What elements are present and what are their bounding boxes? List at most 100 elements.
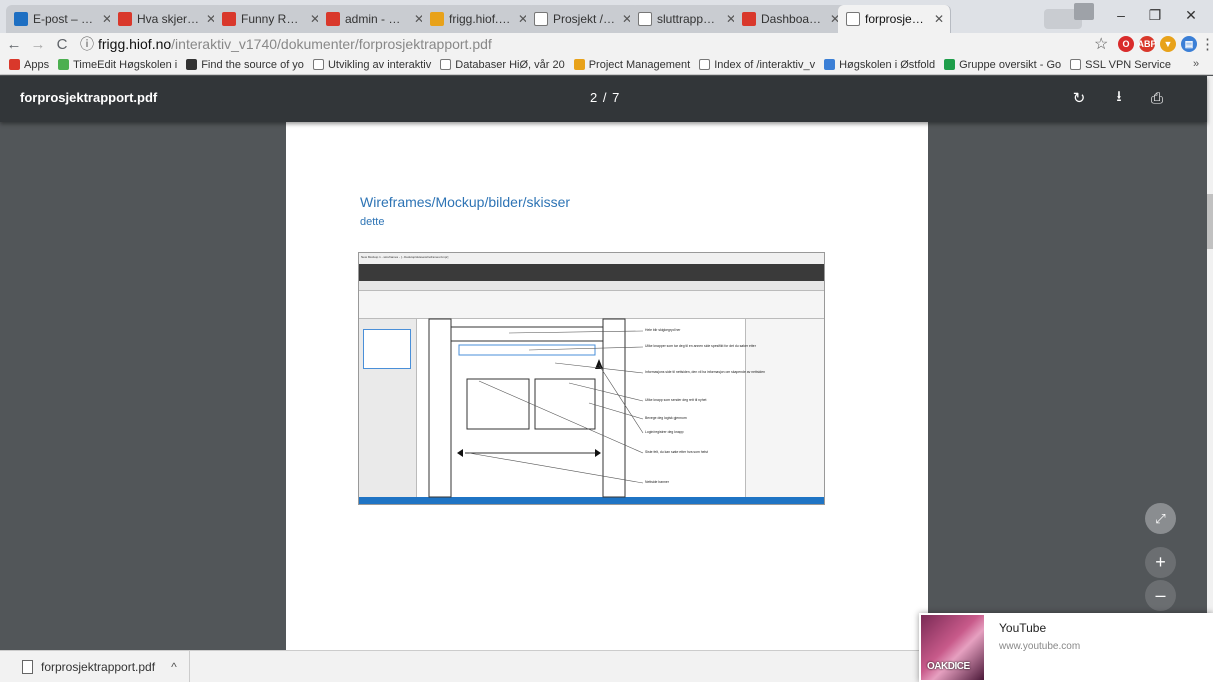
bookmark-item[interactable]: SSL VPN Service bbox=[1070, 59, 1171, 71]
zoom-in-button[interactable]: + bbox=[1145, 547, 1176, 578]
section-heading: Wireframes/Mockup/bilder/skisser bbox=[360, 194, 571, 210]
reload-button[interactable]: C bbox=[52, 36, 72, 53]
tab-1[interactable]: E-post – havard✕ bbox=[6, 5, 119, 33]
bookmarks-more-button[interactable]: » bbox=[1193, 58, 1199, 70]
tab-4[interactable]: admin - Hva sk✕ bbox=[318, 5, 431, 33]
profile-avatar[interactable] bbox=[1074, 3, 1094, 20]
mockup-annotation: Informasjons side til nettsiden, den vil… bbox=[645, 370, 765, 374]
shield-icon[interactable]: ▼ bbox=[1160, 36, 1176, 52]
pdf-toolbar: forprosjektrapport.pdf 2 / 7 ↻ ⭳ ⎙ bbox=[0, 76, 1207, 122]
thumbnail-text: OAKDICE bbox=[927, 661, 970, 672]
tab-title: Prosjekt / grupp bbox=[553, 12, 617, 26]
mockup-annotation: Login/registrer deg knapp bbox=[645, 430, 684, 434]
bookmark-star-icon[interactable]: ☆ bbox=[1094, 34, 1108, 54]
bookmark-item[interactable]: Apps bbox=[9, 59, 49, 71]
address-bar[interactable]: ⓘ frigg.hiof.no/interaktiv_v1740/dokumen… bbox=[80, 33, 1090, 55]
bookmark-icon bbox=[186, 59, 198, 70]
opera-icon[interactable]: O bbox=[1118, 36, 1134, 52]
mockup-annotation: Ulike knapp som sender deg rett til nyhe… bbox=[645, 398, 706, 402]
close-window-button[interactable]: ✕ bbox=[1176, 4, 1206, 26]
bookmark-item[interactable]: Gruppe oversikt - Go bbox=[944, 59, 1061, 71]
bookmark-item[interactable]: Index of /interaktiv_v bbox=[699, 59, 815, 71]
back-button[interactable]: ← bbox=[4, 36, 24, 53]
bookmark-label: Gruppe oversikt - Go bbox=[959, 58, 1062, 71]
section-text: dette bbox=[360, 216, 385, 228]
bookmark-label: Index of /interaktiv_v bbox=[714, 58, 816, 71]
scrollbar-thumb[interactable] bbox=[1207, 194, 1213, 249]
document-icon bbox=[846, 12, 860, 26]
mockup-annotation: Hele blir skigkegryd her bbox=[645, 328, 681, 332]
tab-7[interactable]: sluttrapport.pdf✕ bbox=[630, 5, 743, 33]
tab-title: forprosjektrapp bbox=[865, 12, 929, 26]
extension-icon[interactable]: ▤ bbox=[1181, 36, 1197, 52]
bookmark-item[interactable]: Databaser HiØ, vår 20 bbox=[440, 58, 565, 71]
tab-title: E-post – havard bbox=[33, 12, 97, 26]
download-filename: forprosjektrapport.pdf bbox=[41, 660, 156, 674]
bookmark-icon bbox=[699, 59, 711, 70]
tab-2[interactable]: Hva skjer'a? - N✕ bbox=[110, 5, 223, 33]
tab-5[interactable]: frigg.hiof.no / ✕ bbox=[422, 5, 535, 33]
rotate-icon[interactable]: ↻ bbox=[1068, 87, 1090, 109]
bookmark-label: Find the source of yo bbox=[201, 58, 304, 71]
notification-thumbnail: OAKDICE bbox=[921, 615, 984, 680]
wireframe-drawing: Hele blir skigkegryd her Ulike knapper so… bbox=[428, 318, 765, 498]
tab-6[interactable]: Prosjekt / grupp✕ bbox=[526, 5, 639, 33]
minimize-button[interactable]: – bbox=[1106, 4, 1136, 26]
url-host: frigg.hiof.no bbox=[98, 36, 172, 52]
browser-toolbar: ← → C ⓘ frigg.hiof.no/interaktiv_v1740/d… bbox=[0, 33, 1213, 55]
download-options-chevron-icon[interactable]: ^ bbox=[171, 660, 177, 674]
bookmark-item[interactable]: TimeEdit Høgskolen i bbox=[58, 59, 177, 71]
notification-url: www.youtube.com bbox=[999, 641, 1081, 652]
bookmark-label: Databaser HiØ, vår 20 bbox=[455, 58, 565, 71]
bookmark-icon bbox=[9, 59, 20, 70]
download-item[interactable]: forprosjektrapport.pdf ^ bbox=[0, 651, 190, 682]
zoom-out-button[interactable]: – bbox=[1145, 580, 1176, 611]
site-info-icon[interactable]: ⓘ bbox=[80, 34, 94, 54]
youtube-notification[interactable]: OAKDICE YouTube www.youtube.com bbox=[919, 613, 1213, 682]
tab-8[interactable]: Dashboard ‹ Hv✕ bbox=[734, 5, 847, 33]
pdf-filename: forprosjektrapport.pdf bbox=[20, 90, 158, 105]
fit-page-button[interactable]: ⤢ bbox=[1145, 503, 1176, 534]
bookmarks-bar: Apps TimeEdit Høgskolen i Find the source … bbox=[0, 55, 1213, 75]
print-icon[interactable]: ⎙ bbox=[1146, 87, 1168, 109]
bookmark-label: Høgskolen i Østfold bbox=[839, 58, 936, 71]
pdf-page: Wireframes/Mockup/bilder/skisser dette N… bbox=[286, 122, 928, 650]
youtube-icon bbox=[222, 12, 236, 26]
adblock-icon[interactable]: ABP bbox=[1138, 36, 1157, 52]
mockup-annotation: Ulike knapper som tar deg til en annen s… bbox=[645, 344, 757, 348]
tab-title: Dashboard ‹ Hv bbox=[761, 12, 825, 26]
document-icon bbox=[534, 12, 548, 26]
tab-9[interactable]: forprosjektrapp ✕ bbox=[838, 5, 951, 33]
pdf-file-icon bbox=[22, 660, 33, 674]
hiof-icon bbox=[118, 12, 132, 26]
directory-icon bbox=[430, 12, 444, 26]
mockup-annotation: Bevege deg logisk gjennom bbox=[645, 416, 687, 420]
bookmark-item[interactable]: Høgskolen i Østfold bbox=[824, 59, 935, 71]
bookmark-icon bbox=[312, 59, 324, 70]
bookmark-label: Project Management bbox=[588, 58, 691, 71]
bookmark-icon bbox=[440, 59, 452, 70]
page-scrollbar[interactable] bbox=[1207, 76, 1213, 650]
bookmark-item[interactable]: Project Management bbox=[573, 58, 691, 71]
download-icon[interactable]: ⭳ bbox=[1108, 87, 1130, 109]
document-icon bbox=[638, 12, 652, 26]
url-path: /interaktiv_v1740/dokumenter/forprosjekt… bbox=[171, 36, 492, 52]
tab-close-icon[interactable]: ✕ bbox=[934, 12, 944, 26]
mockup-annotation: Siste felt, du kan søke etter hva som he… bbox=[645, 450, 708, 454]
notification-title: YouTube bbox=[999, 621, 1047, 635]
page-indicator: 2 / 7 bbox=[590, 90, 621, 105]
maximize-button[interactable]: ❐ bbox=[1140, 4, 1170, 26]
forward-button[interactable]: → bbox=[28, 36, 48, 53]
bookmark-icon bbox=[824, 59, 836, 70]
bookmark-icon bbox=[573, 59, 585, 70]
tab-strip: E-post – havard✕Hva skjer'a? - N✕Funny R… bbox=[0, 0, 1213, 33]
bookmark-label: Apps bbox=[24, 58, 50, 71]
tab-title: sluttrapport.pdf bbox=[657, 12, 721, 26]
tab-title: Funny Racist Te bbox=[241, 12, 305, 26]
tab-3[interactable]: Funny Racist Te✕ bbox=[214, 5, 327, 33]
hiof-icon bbox=[742, 12, 756, 26]
chrome-menu-icon[interactable]: ⋮ bbox=[1200, 35, 1213, 53]
bookmark-item[interactable]: Find the source of yo bbox=[186, 59, 304, 71]
bookmark-label: Utvikling av interaktiv bbox=[327, 58, 432, 71]
bookmark-item[interactable]: Utvikling av interaktiv bbox=[312, 58, 432, 71]
